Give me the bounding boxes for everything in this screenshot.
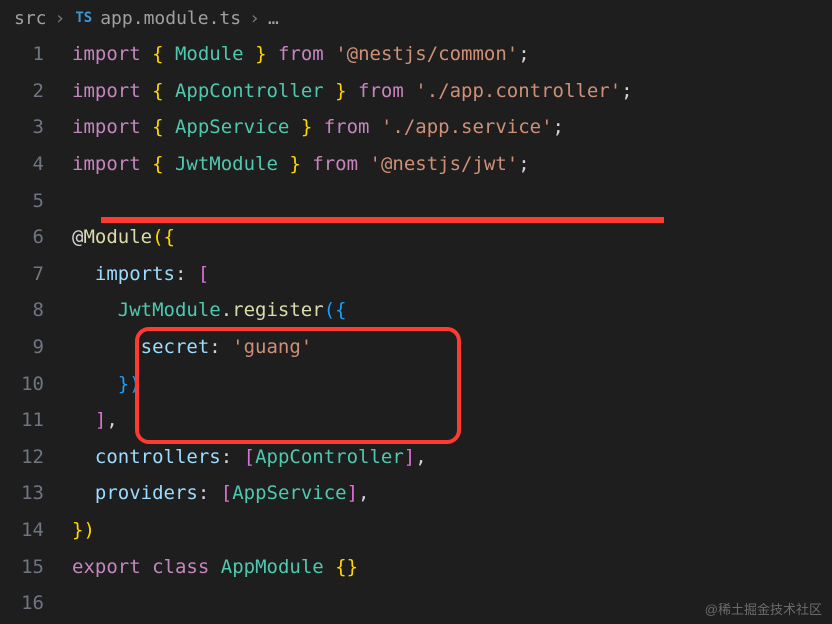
line-number: 15	[0, 556, 72, 578]
code-line: 10 })	[0, 365, 832, 402]
code-line: 2import { AppController } from './app.co…	[0, 73, 832, 110]
line-number: 5	[0, 190, 72, 212]
line-number: 16	[0, 592, 72, 614]
line-number: 8	[0, 299, 72, 321]
code-line: 3import { AppService } from './app.servi…	[0, 109, 832, 146]
code-line: 11 ],	[0, 402, 832, 439]
breadcrumb-symbol[interactable]: …	[268, 8, 279, 29]
line-number: 6	[0, 226, 72, 248]
code-line: 6@Module({	[0, 219, 832, 256]
code-line: 4import { JwtModule } from '@nestjs/jwt'…	[0, 146, 832, 183]
line-number: 2	[0, 80, 72, 102]
line-number: 13	[0, 482, 72, 504]
code-line: 15export class AppModule {}	[0, 548, 832, 585]
chevron-right-icon: ›	[55, 8, 66, 29]
watermark: @稀土掘金技术社区	[705, 599, 822, 618]
code-line: 13 providers: [AppService],	[0, 475, 832, 512]
annotation-underline	[101, 217, 664, 223]
typescript-icon: TS	[73, 10, 94, 26]
code-line: 8 JwtModule.register({	[0, 292, 832, 329]
code-line: 9 secret: 'guang'	[0, 329, 832, 366]
line-number: 3	[0, 116, 72, 138]
breadcrumb-file[interactable]: app.module.ts	[100, 8, 241, 29]
breadcrumb-folder[interactable]: src	[14, 8, 47, 29]
line-number: 11	[0, 409, 72, 431]
code-line: 7 imports: [	[0, 256, 832, 293]
code-editor[interactable]: 1import { Module } from '@nestjs/common'…	[0, 36, 832, 622]
code-line: 12 controllers: [AppController],	[0, 439, 832, 476]
line-number: 1	[0, 43, 72, 65]
code-line: 14})	[0, 512, 832, 549]
line-number: 4	[0, 153, 72, 175]
line-number: 7	[0, 263, 72, 285]
breadcrumb[interactable]: src › TS app.module.ts › …	[0, 0, 832, 36]
line-number: 10	[0, 373, 72, 395]
chevron-right-icon: ›	[249, 8, 260, 29]
line-number: 12	[0, 446, 72, 468]
line-number: 9	[0, 336, 72, 358]
code-line: 1import { Module } from '@nestjs/common'…	[0, 36, 832, 73]
line-number: 14	[0, 519, 72, 541]
code-line: 5	[0, 182, 832, 219]
